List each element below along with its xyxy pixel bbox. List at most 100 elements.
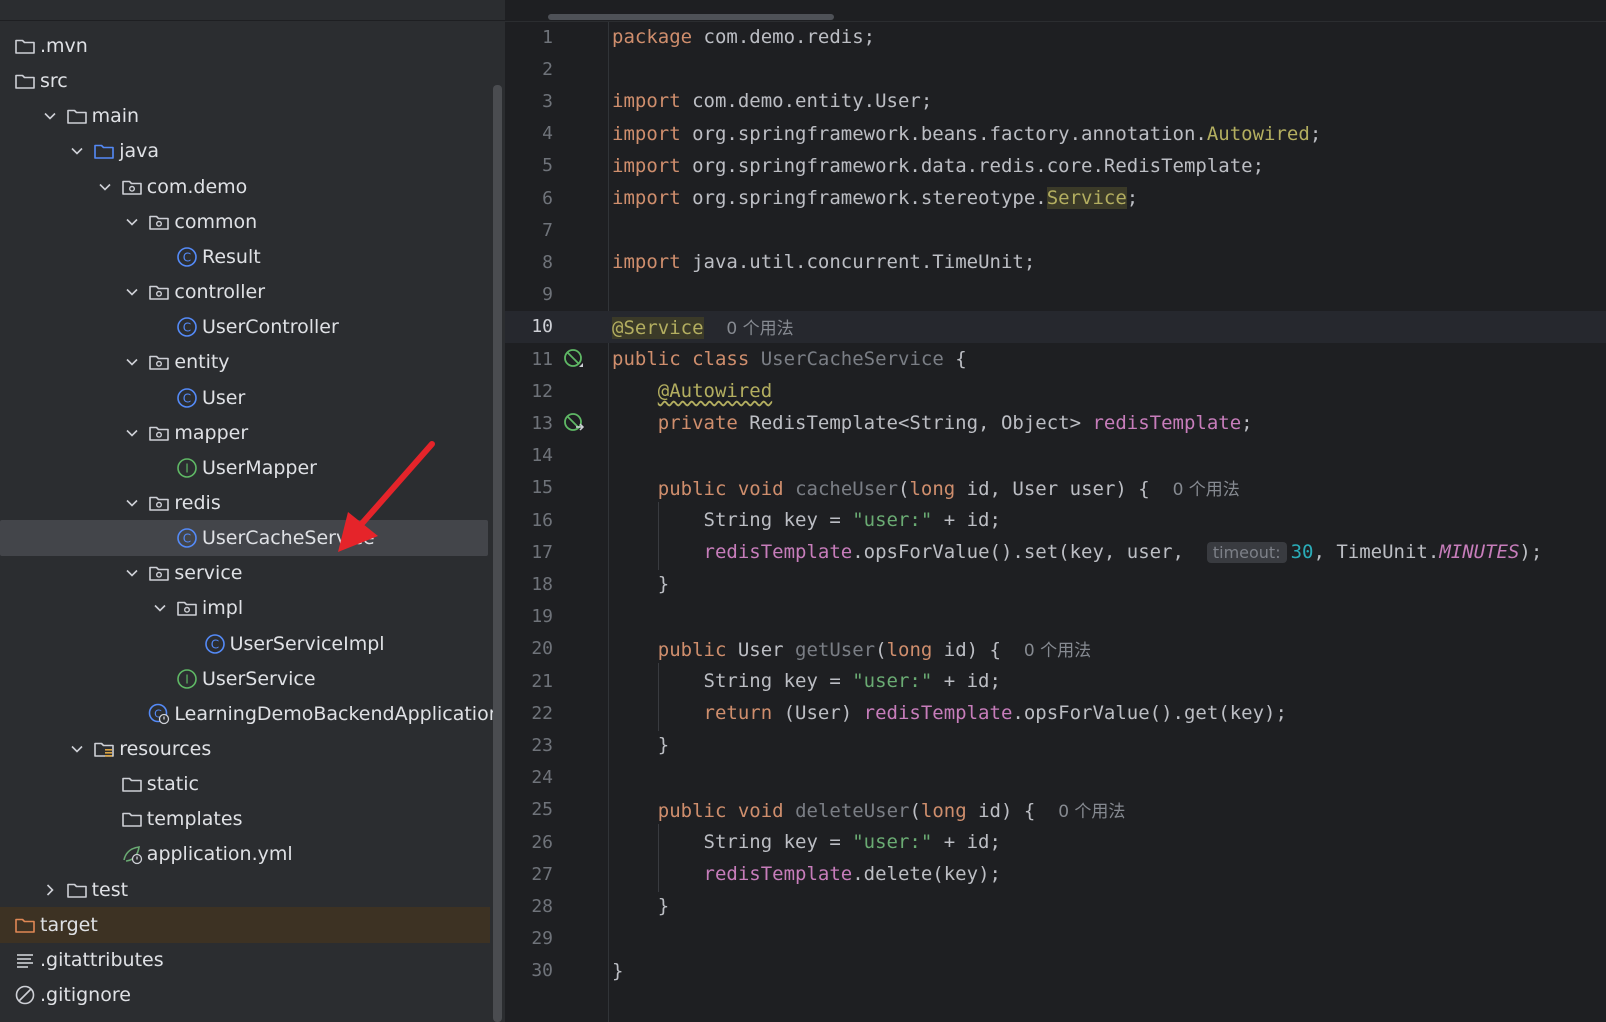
expand-chevron-down-icon[interactable] <box>146 590 174 626</box>
code-line[interactable]: 4 import org.springframework.beans.factor… <box>505 118 1606 150</box>
line-number[interactable]: 27 <box>505 864 553 885</box>
tree-item-templates[interactable]: templates <box>0 801 490 837</box>
line-number[interactable]: 6 <box>505 188 553 209</box>
tree-item-service[interactable]: service <box>0 555 490 591</box>
code-line[interactable]: 17 redisTemplate.opsForValue().set(key, … <box>505 536 1606 568</box>
tree-item-src[interactable]: src <box>0 63 490 99</box>
tree-item-test[interactable]: test <box>0 872 490 908</box>
expand-chevron-down-icon[interactable] <box>91 169 119 205</box>
expand-chevron-down-icon[interactable] <box>63 731 91 767</box>
tree-item-resources[interactable]: resources <box>0 731 490 767</box>
bean-icon[interactable] <box>563 348 585 370</box>
expand-chevron-down-icon[interactable] <box>118 344 146 380</box>
code-line[interactable]: 9 <box>505 279 1606 311</box>
line-number[interactable]: 29 <box>505 928 553 949</box>
line-number[interactable]: 18 <box>505 574 553 595</box>
line-number[interactable]: 22 <box>505 703 553 724</box>
line-number[interactable]: 11 <box>505 349 553 370</box>
tree-item-entity[interactable]: entity <box>0 344 490 380</box>
line-number[interactable]: 3 <box>505 91 553 112</box>
code-line[interactable]: 10 @Service 0 个用法 <box>505 310 1606 343</box>
line-number[interactable]: 13 <box>505 413 553 434</box>
line-number[interactable]: 12 <box>505 381 553 402</box>
code-line[interactable]: 28 } <box>505 890 1606 922</box>
code-line[interactable]: 20 public User getUser(long id) { 0 个用法 <box>505 633 1606 665</box>
code-line[interactable]: 11 public class UserCacheService { <box>505 343 1606 375</box>
tree-item-controller[interactable]: controller <box>0 274 490 310</box>
line-number[interactable]: 8 <box>505 252 553 273</box>
tree-item-gitattributes[interactable]: .gitattributes <box>0 942 490 978</box>
code-line[interactable]: 7 <box>505 214 1606 246</box>
tree-item-user[interactable]: C User <box>0 380 490 416</box>
code-line[interactable]: 14 <box>505 440 1606 472</box>
project-tree-scrollbar[interactable] <box>493 85 502 1022</box>
line-number[interactable]: 4 <box>505 123 553 144</box>
code-line[interactable]: 19 <box>505 601 1606 633</box>
code-line[interactable]: 2 <box>505 53 1606 85</box>
code-line[interactable]: 23 } <box>505 729 1606 761</box>
line-number[interactable]: 20 <box>505 638 553 659</box>
expand-chevron-down-icon[interactable] <box>118 555 146 591</box>
expand-chevron-down-icon[interactable] <box>63 133 91 169</box>
expand-chevron-down-icon[interactable] <box>118 204 146 240</box>
collapse-chevron-right-icon[interactable] <box>36 872 64 908</box>
code-line[interactable]: 30} <box>505 955 1606 987</box>
tree-item-common[interactable]: common <box>0 204 490 240</box>
line-number[interactable]: 21 <box>505 671 553 692</box>
line-number[interactable]: 23 <box>505 735 553 756</box>
line-number[interactable]: 10 <box>505 316 553 337</box>
line-number[interactable]: 5 <box>505 155 553 176</box>
expand-chevron-down-icon[interactable] <box>118 415 146 451</box>
code-line[interactable]: 15 public void cacheUser(long id, User u… <box>505 472 1606 504</box>
tree-item-mvn[interactable]: .mvn <box>0 28 490 64</box>
code-line[interactable]: 29 <box>505 923 1606 955</box>
expand-chevron-down-icon[interactable] <box>118 485 146 521</box>
line-number[interactable]: 25 <box>505 799 553 820</box>
line-number[interactable]: 1 <box>505 27 553 48</box>
code-line[interactable]: 8 import java.util.concurrent.TimeUnit; <box>505 246 1606 278</box>
code-line[interactable]: 22 return (User) redisTemplate.opsForVal… <box>505 697 1606 729</box>
tree-item-main[interactable]: main <box>0 98 490 134</box>
code-line[interactable]: 25 public void deleteUser(long id) { 0 个… <box>505 794 1606 826</box>
tree-item-userservice[interactable]: I UserService <box>0 661 490 697</box>
tree-item-userserviceimpl[interactable]: C UserServiceImpl <box>0 626 490 662</box>
line-number[interactable]: 30 <box>505 960 553 981</box>
bean-goto-icon[interactable] <box>563 412 585 434</box>
line-number[interactable]: 7 <box>505 220 553 241</box>
line-number[interactable]: 14 <box>505 445 553 466</box>
line-number[interactable]: 26 <box>505 832 553 853</box>
code-line[interactable]: 5 import org.springframework.data.redis.c… <box>505 150 1606 182</box>
tree-item-result[interactable]: C Result <box>0 239 490 275</box>
line-number[interactable]: 16 <box>505 510 553 531</box>
code-line[interactable]: 13 private RedisTemplate<String, Object>… <box>505 407 1606 439</box>
line-number[interactable]: 28 <box>505 896 553 917</box>
tree-item-usercontroller[interactable]: C UserController <box>0 309 490 345</box>
tree-item-static[interactable]: static <box>0 766 490 802</box>
code-line[interactable]: 27 redisTemplate.delete(key); <box>505 858 1606 890</box>
code-line[interactable]: 26 String key = "user:" + id; <box>505 826 1606 858</box>
tree-item-target[interactable]: target <box>0 906 490 943</box>
line-number[interactable]: 15 <box>505 477 553 498</box>
line-number[interactable]: 24 <box>505 767 553 788</box>
line-number[interactable]: 19 <box>505 606 553 627</box>
line-number[interactable]: 2 <box>505 59 553 80</box>
code-line[interactable]: 1 package com.demo.redis; <box>505 21 1606 53</box>
code-editor[interactable]: 1 package com.demo.redis; 2 3 import com.dem… <box>505 0 1606 1022</box>
tree-item-com-demo[interactable]: com.demo <box>0 169 490 205</box>
code-line[interactable]: 16 String key = "user:" + id; <box>505 504 1606 536</box>
tree-item-java[interactable]: java <box>0 133 490 169</box>
line-number[interactable]: 9 <box>505 284 553 305</box>
tree-item-gitignore[interactable]: .gitignore <box>0 977 490 1013</box>
tree-item-impl[interactable]: impl <box>0 590 490 626</box>
code-line[interactable]: 24 <box>505 762 1606 794</box>
code-line[interactable]: 6 import org.springframework.stereotype.S… <box>505 182 1606 214</box>
code-line[interactable]: 12 @Autowired <box>505 375 1606 407</box>
expand-chevron-down-icon[interactable] <box>36 98 64 134</box>
expand-chevron-down-icon[interactable] <box>118 274 146 310</box>
tree-item-learningdemobackendapplication[interactable]: C LearningDemoBackendApplication <box>0 696 501 732</box>
code-line[interactable]: 3 import com.demo.entity.User; <box>505 85 1606 117</box>
code-line[interactable]: 21 String key = "user:" + id; <box>505 665 1606 697</box>
line-number[interactable]: 17 <box>505 542 553 563</box>
tab-bar-scrollbar[interactable] <box>548 14 834 20</box>
code-line[interactable]: 18 } <box>505 568 1606 600</box>
